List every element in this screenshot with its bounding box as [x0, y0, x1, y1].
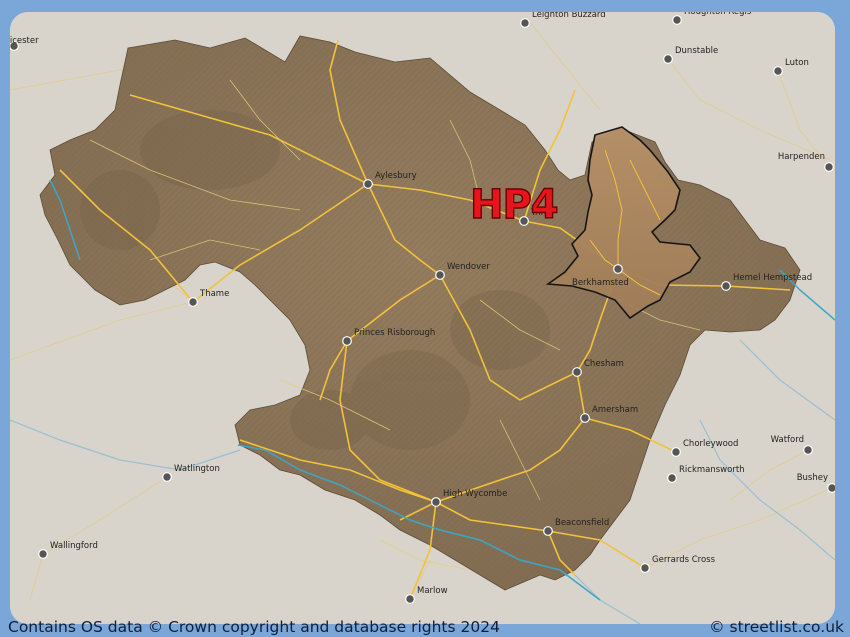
town-label: Wallingford: [50, 541, 98, 551]
town-label: Gerrards Cross: [652, 555, 716, 565]
town-label: Aylesbury: [375, 171, 417, 181]
town-label: Harpenden: [778, 152, 825, 162]
town-dot: [663, 54, 673, 64]
town-dot: [803, 445, 813, 455]
town-dot: [38, 549, 48, 559]
town-label: Leighton Buzzard: [532, 12, 606, 20]
town-label: Beaconsfield: [555, 518, 609, 528]
town-label: Princes Risborough: [354, 328, 435, 338]
town-dot: [773, 66, 783, 76]
town-dot: [435, 270, 445, 280]
town-label: Marlow: [417, 586, 448, 596]
town-label: High Wycombe: [443, 489, 507, 499]
town-label: Watford: [771, 435, 804, 445]
map-canvas[interactable]: Bicester Leighton Buzzard Houghton Regis Du…: [10, 12, 835, 624]
map-frame: Bicester Leighton Buzzard Houghton Regis Du…: [0, 0, 850, 637]
town-dot: [721, 281, 731, 291]
town-dot: [520, 18, 530, 28]
town-label: Chorleywood: [683, 439, 738, 449]
town-label: Houghton Regis: [684, 12, 752, 17]
town-dot: [671, 447, 681, 457]
town-dot: [572, 367, 582, 377]
town-label: Rickmansworth: [679, 465, 745, 475]
town-dot: [405, 594, 415, 604]
postcode-label: HP4: [470, 182, 558, 228]
site-link[interactable]: © streetlist.co.uk: [709, 618, 844, 636]
town-label: Dunstable: [675, 46, 718, 56]
town-label: Watlington: [174, 464, 220, 474]
town-dot: [431, 497, 441, 507]
town-label: Thame: [199, 289, 229, 299]
town-label: Wendover: [447, 262, 490, 272]
town-dot: [667, 473, 677, 483]
town-dot: [342, 336, 352, 346]
town-dot: [188, 297, 198, 307]
footer-bar: Contains OS data © Crown copyright and d…: [0, 615, 850, 637]
town-label: Bicester: [10, 36, 39, 46]
town-dot: [613, 264, 623, 274]
town-label: Berkhamsted: [572, 278, 629, 288]
town-dot: [543, 526, 553, 536]
town-dot: [827, 483, 835, 493]
town-dot: [580, 413, 590, 423]
town-label: Bushey: [797, 473, 828, 483]
town-dot: [363, 179, 373, 189]
town-dot: [640, 563, 650, 573]
town-label: Amersham: [592, 405, 638, 415]
town-label: Luton: [785, 58, 809, 68]
town-dot: [162, 472, 172, 482]
attribution-text: Contains OS data © Crown copyright and d…: [8, 618, 500, 636]
town-label: Hemel Hempstead: [733, 273, 812, 283]
town-dot: [672, 15, 682, 25]
town-label: Chesham: [584, 359, 624, 369]
map-viewport[interactable]: Bicester Leighton Buzzard Houghton Regis Du…: [10, 12, 835, 624]
town-dot: [824, 162, 834, 172]
